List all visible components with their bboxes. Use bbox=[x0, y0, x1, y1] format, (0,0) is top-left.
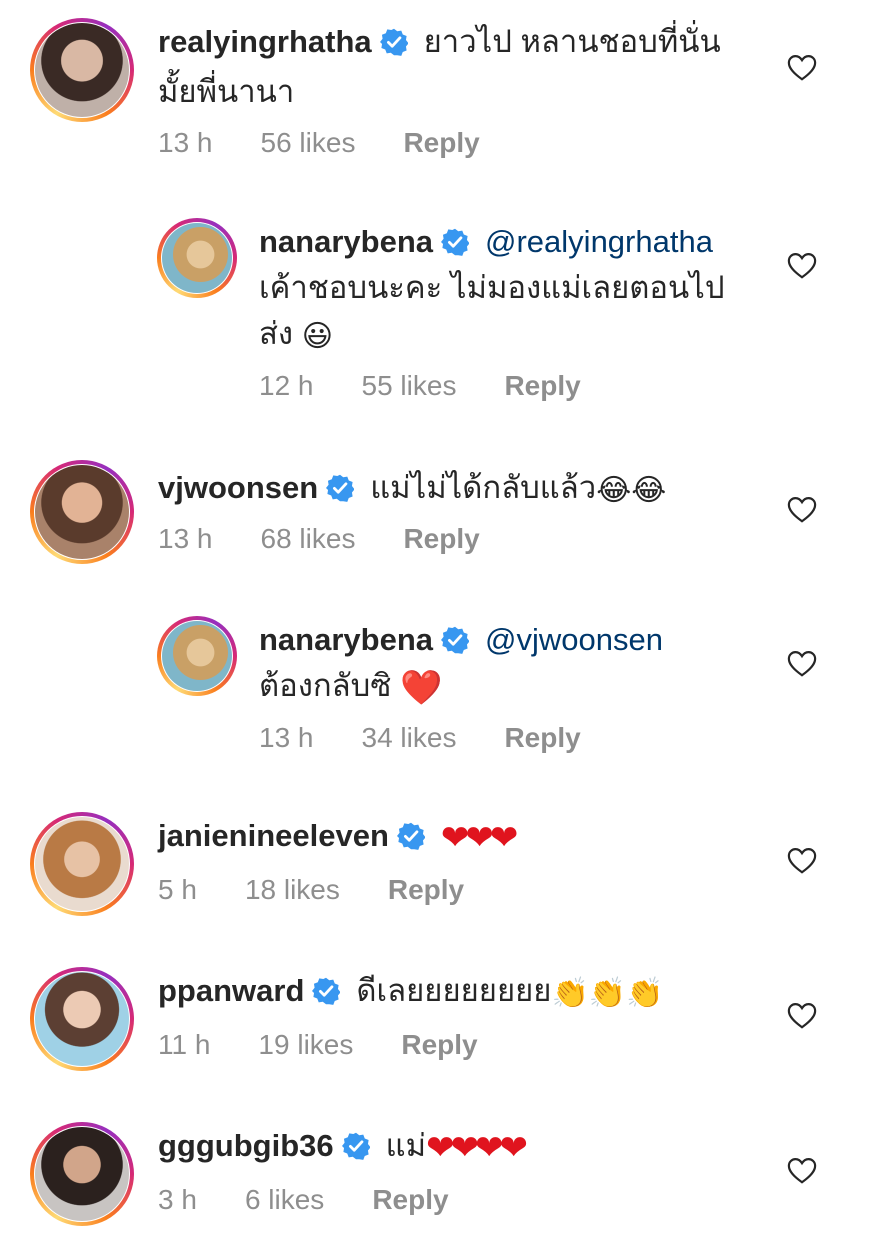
heart-outline-icon[interactable] bbox=[787, 1157, 817, 1185]
comment-time: 13 h bbox=[158, 127, 213, 158]
avatar[interactable] bbox=[30, 967, 134, 1071]
comment-username[interactable]: vjwoonsen bbox=[158, 470, 318, 505]
comment-text: ต้องกลับซิ bbox=[259, 668, 392, 703]
smiley-emoji: 😃 bbox=[301, 320, 333, 353]
comment-item: ppanward ดีเลยยยยยยยย👏👏👏 11 h 19 likes Repl… bbox=[0, 955, 869, 1105]
reply-button[interactable]: Reply bbox=[504, 370, 580, 402]
reply-button[interactable]: Reply bbox=[504, 722, 580, 754]
clapping-emoji: 👏👏👏 bbox=[551, 977, 664, 1010]
comment-username[interactable]: nanarybena bbox=[259, 622, 433, 657]
comment-likes[interactable]: 19 likes bbox=[258, 1029, 353, 1061]
heart-outline-icon[interactable] bbox=[787, 496, 817, 524]
comment-text-continued: ส่ง bbox=[259, 316, 294, 351]
heart-outline-icon[interactable] bbox=[787, 1002, 817, 1030]
comment-time: 5 h bbox=[158, 874, 197, 905]
comment-time: 13 h bbox=[259, 722, 314, 753]
comment-likes[interactable]: 56 likes bbox=[261, 127, 356, 159]
avatar[interactable] bbox=[30, 460, 134, 564]
comment-text: ยาวไป หลานชอบที่นั่น bbox=[423, 24, 721, 59]
heart-outline-icon[interactable] bbox=[787, 252, 817, 280]
comment-likes[interactable]: 68 likes bbox=[261, 523, 356, 555]
verified-badge-icon bbox=[441, 626, 469, 654]
comment-username[interactable]: nanarybena bbox=[259, 224, 433, 259]
verified-badge-icon bbox=[326, 474, 354, 502]
comment-likes[interactable]: 55 likes bbox=[362, 370, 457, 402]
heart-outline-icon[interactable] bbox=[787, 54, 817, 82]
comment-item: realyingrhatha ยาวไป หลานชอบที่นั่น มั้ยพ… bbox=[0, 0, 869, 200]
comment-text: แม่ bbox=[385, 1128, 427, 1163]
avatar[interactable] bbox=[30, 1122, 134, 1226]
comment-time: 12 h bbox=[259, 370, 314, 401]
red-hearts-emoji: ❤❤❤ bbox=[440, 819, 518, 857]
verified-badge-icon bbox=[397, 822, 425, 850]
comment-reply-item: nanarybena @realyingrhatha เค้าชอบนะคะ ไม… bbox=[0, 200, 869, 440]
avatar[interactable] bbox=[157, 616, 237, 696]
avatar[interactable] bbox=[30, 18, 134, 122]
comment-time: 11 h bbox=[158, 1029, 211, 1060]
reply-button[interactable]: Reply bbox=[403, 523, 479, 555]
heart-outline-icon[interactable] bbox=[787, 650, 817, 678]
comment-username[interactable]: realyingrhatha bbox=[158, 24, 372, 59]
comment-item: gggubgib36 แม่❤❤❤❤ 3 h 6 likes Reply bbox=[0, 1110, 869, 1240]
reply-button[interactable]: Reply bbox=[388, 874, 464, 906]
red-hearts-emoji: ❤❤❤❤ bbox=[426, 1129, 528, 1167]
comment-text: แม่ไม่ได้กลับแล้ว bbox=[370, 470, 597, 505]
verified-badge-icon bbox=[342, 1132, 370, 1160]
mention-link[interactable]: @vjwoonsen bbox=[485, 622, 663, 657]
verified-badge-icon bbox=[441, 228, 469, 256]
comment-item: janienineeleven ❤❤❤ 5 h 18 likes Reply bbox=[0, 800, 869, 950]
comment-username[interactable]: gggubgib36 bbox=[158, 1128, 334, 1163]
mention-link[interactable]: @realyingrhatha bbox=[485, 224, 713, 259]
comment-likes[interactable]: 6 likes bbox=[245, 1184, 324, 1216]
red-heart-emoji: ❤️ bbox=[400, 669, 442, 707]
comment-username[interactable]: janienineeleven bbox=[158, 818, 389, 853]
reply-button[interactable]: Reply bbox=[372, 1184, 448, 1216]
verified-badge-icon bbox=[380, 28, 408, 56]
comment-likes[interactable]: 34 likes bbox=[362, 722, 457, 754]
comment-time: 13 h bbox=[158, 523, 213, 554]
reply-button[interactable]: Reply bbox=[401, 1029, 477, 1061]
comment-reply-item: nanarybena @vjwoonsen ต้องกลับซิ ❤️ 13 h 3… bbox=[0, 600, 869, 790]
verified-badge-icon bbox=[312, 977, 340, 1005]
heart-outline-icon[interactable] bbox=[787, 847, 817, 875]
avatar[interactable] bbox=[30, 812, 134, 916]
comment-username[interactable]: ppanward bbox=[158, 973, 304, 1008]
comment-text-continued: มั้ยพี่นานา bbox=[158, 74, 295, 109]
comment-text: เค้าชอบนะคะ ไม่มองแม่เลยตอนไป bbox=[259, 270, 725, 305]
comment-text: ดีเลยยยยยยยย bbox=[356, 973, 552, 1008]
comment-item: vjwoonsen แม่ไม่ได้กลับแล้ว😂😂 13 h 68 like… bbox=[0, 450, 869, 600]
comment-time: 3 h bbox=[158, 1184, 197, 1215]
laughing-emoji: 😂😂 bbox=[596, 474, 667, 507]
reply-button[interactable]: Reply bbox=[403, 127, 479, 159]
comment-likes[interactable]: 18 likes bbox=[245, 874, 340, 906]
avatar[interactable] bbox=[157, 218, 237, 298]
